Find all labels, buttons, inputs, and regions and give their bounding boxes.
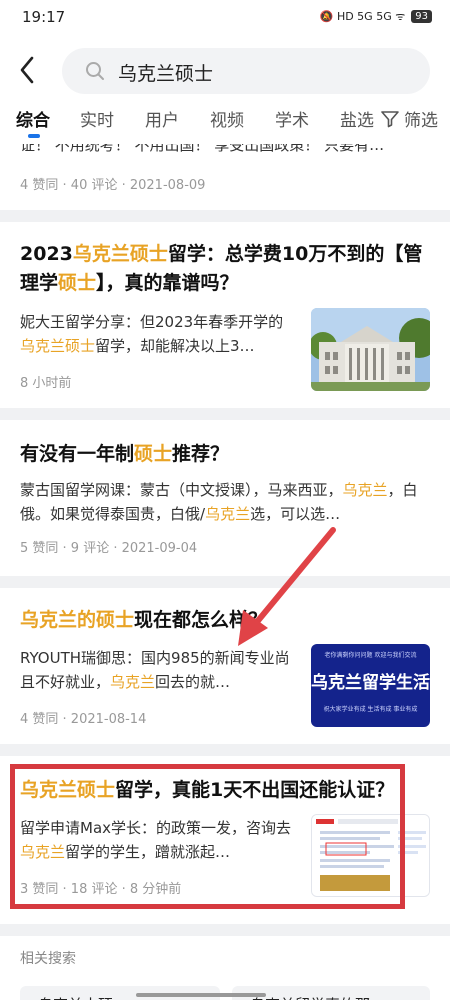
result-meta: 3 赞同 · 18 评论 · 8 分钟前: [20, 882, 182, 897]
filter-button[interactable]: 筛选: [376, 106, 438, 131]
result-snippet: 妮大王留学分享：但2023年春季开学的乌克兰硕士留学，却能解决以上3…: [20, 313, 284, 355]
status-icons: 🔕 HD 5G 5G ᯤ 93: [320, 9, 432, 24]
home-indicator: [136, 993, 266, 997]
search-header: 乌克兰硕士 综合 实时 用户 视频 学术 盐选 筛选: [0, 36, 450, 144]
tab-comprehensive[interactable]: 综合: [16, 106, 50, 131]
thumb-bottom-text: 祝大家学业有成 生活有成 事业有成: [323, 706, 418, 713]
search-icon: [86, 62, 104, 80]
back-button[interactable]: [14, 48, 42, 92]
webpage-screenshot-image: [312, 815, 429, 896]
result-card[interactable]: 乌克兰的硕士现在都怎么样？ RYOUTH瑞御思：国内985的新闻专业尚且不好就业…: [0, 588, 450, 744]
result-snippet: 留学申请Max学长：的政策一发，咨询去乌克兰留学的学生，蹭就涨起…: [20, 819, 292, 861]
result-snippet: RYOUTH瑞御思：国内985的新闻专业尚且不好就业，乌克兰回去的就…: [20, 649, 290, 691]
result-thumbnail: 老你满剩你问问题 欢迎与我们交流 乌克兰留学生活 祝大家学业有成 生活有成 事业…: [311, 644, 430, 727]
filter-icon: [381, 110, 399, 127]
result-title: 有没有一年制硕士推荐？: [20, 443, 230, 465]
result-meta: 8 小时前: [20, 376, 72, 391]
building-image: [311, 308, 430, 391]
result-card[interactable]: 证！ 不用统考！ 不用出国！ 享受出国政策！ 只要有… 4 赞同 · 40 评论…: [0, 144, 450, 210]
tab-yanxuan[interactable]: 盐选: [340, 106, 374, 131]
search-query: 乌克兰硕士: [118, 63, 214, 85]
result-snippet: 证！ 不用统考！ 不用出国！ 享受出国政策！ 只要有…: [20, 144, 385, 154]
result-card[interactable]: 有没有一年制硕士推荐？ 蒙古国留学网课：蒙古（中文授课），马来西亚，乌克兰，白俄…: [0, 420, 450, 576]
thumb-top-text: 老你满剩你问问题 欢迎与我们交流: [324, 652, 417, 659]
search-input[interactable]: 乌克兰硕士: [62, 48, 430, 94]
search-tabs: 综合 实时 用户 视频 学术 盐选 筛选: [0, 100, 450, 144]
result-title: 乌克兰硕士留学，真能1天不出国还能认证？: [20, 779, 395, 801]
result-meta: 5 赞同 · 9 评论 · 2021-09-04: [20, 541, 198, 556]
result-title: 乌克兰的硕士现在都怎么样？: [20, 609, 268, 631]
tab-academic[interactable]: 学术: [275, 106, 309, 131]
tab-videos[interactable]: 视频: [210, 106, 244, 131]
tab-realtime[interactable]: 实时: [80, 106, 114, 131]
related-searches: 相关搜索 乌克兰水硕 乌克兰留学真的那…: [0, 936, 450, 1000]
result-title: 2023乌克兰硕士留学：总学费10万不到的【管理学硕士】，真的靠谱吗？: [20, 243, 423, 294]
signal-icons: 🔕 HD 5G 5G ᯤ: [319, 10, 406, 23]
chevron-left-icon: [20, 56, 34, 84]
result-card[interactable]: 2023乌克兰硕士留学：总学费10万不到的【管理学硕士】，真的靠谱吗？ 妮大王留…: [0, 222, 450, 408]
filter-label: 筛选: [404, 111, 438, 131]
battery-icon: 93: [411, 10, 432, 23]
status-time: 19:17: [22, 8, 66, 26]
tab-users[interactable]: 用户: [145, 106, 179, 131]
related-searches-label: 相关搜索: [20, 951, 76, 967]
result-thumbnail: [311, 814, 430, 897]
result-meta: 4 赞同 · 2021-08-14: [20, 712, 147, 727]
result-snippet: 蒙古国留学网课：蒙古（中文授课），马来西亚，乌克兰，白俄。如果觉得泰国贵，白俄/…: [20, 481, 418, 523]
thumb-title: 乌克兰留学生活: [311, 673, 430, 693]
result-thumbnail: [311, 308, 430, 391]
result-meta: 4 赞同 · 40 评论 · 2021-08-09: [20, 178, 206, 193]
result-card[interactable]: 乌克兰硕士留学，真能1天不出国还能认证？ 留学申请Max学长：的政策一发，咨询去…: [0, 756, 450, 924]
tab-active-indicator: [28, 134, 40, 138]
status-bar: 19:17 🔕 HD 5G 5G ᯤ 93: [0, 0, 450, 36]
